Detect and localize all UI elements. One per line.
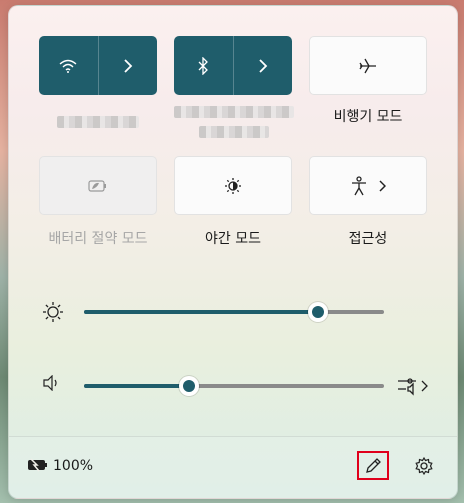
bluetooth-device-name-blurred (174, 106, 294, 118)
battery-saver-icon (88, 179, 108, 192)
brightness-slider-fill (84, 310, 318, 314)
wifi-expand-chevron-icon[interactable] (97, 36, 158, 95)
accessibility-icon (350, 175, 368, 196)
speaker-icon[interactable] (42, 375, 62, 391)
quick-settings-panel: 비행기 모드 배터리 절약 모드 야간 모드 접근성 100% (8, 5, 458, 499)
battery-saver-tile[interactable] (39, 156, 157, 215)
brightness-slider-thumb[interactable] (308, 302, 328, 322)
gear-icon[interactable] (414, 456, 434, 476)
volume-slider-thumb[interactable] (179, 376, 199, 396)
wifi-network-name-blurred (57, 116, 139, 128)
bluetooth-device-name-blurred-line2 (199, 126, 269, 138)
edit-quick-settings-button[interactable] (357, 451, 389, 480)
airplane-mode-label: 비행기 모드 (333, 109, 403, 125)
accessibility-tile[interactable] (309, 156, 427, 215)
battery-saver-label: 배터리 절약 모드 (48, 231, 148, 247)
wifi-icon[interactable] (39, 36, 98, 95)
bluetooth-toggle-tile[interactable] (174, 36, 292, 95)
volume-slider-fill (84, 384, 189, 388)
night-light-icon (224, 177, 242, 195)
brightness-slider[interactable] (84, 298, 384, 326)
bluetooth-icon[interactable] (174, 36, 233, 95)
accessibility-label: 접근성 (348, 231, 388, 247)
battery-percentage[interactable]: 100% (53, 458, 93, 474)
wifi-toggle-tile[interactable] (39, 36, 157, 95)
night-light-label: 야간 모드 (205, 231, 261, 247)
brightness-icon (42, 301, 64, 323)
airplane-mode-tile[interactable] (309, 36, 427, 95)
airplane-icon (358, 57, 378, 75)
bluetooth-expand-chevron-icon[interactable] (232, 36, 293, 95)
footer-bar: 100% (9, 436, 457, 498)
pencil-edit-icon (364, 457, 382, 475)
battery-charging-icon[interactable] (27, 458, 49, 472)
audio-output-icon[interactable] (396, 375, 430, 397)
accessibility-chevron-icon (378, 179, 386, 192)
volume-slider[interactable] (84, 372, 384, 400)
night-light-tile[interactable] (174, 156, 292, 215)
